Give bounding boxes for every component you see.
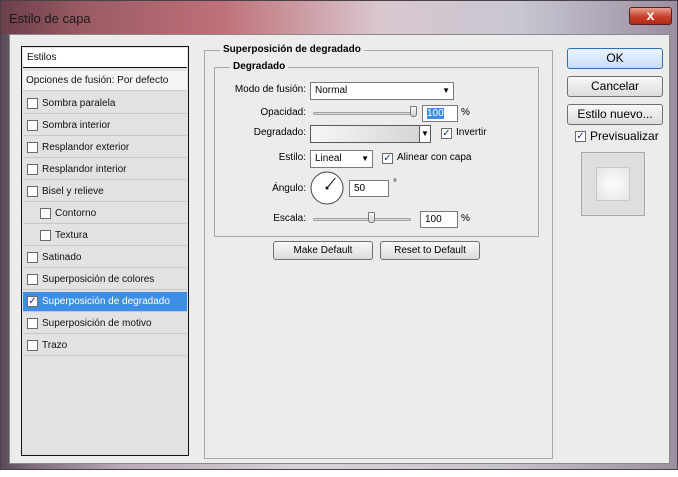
sidebar-item-outer-glow[interactable]: Resplandor exterior [23, 138, 187, 158]
styles-header[interactable]: Estilos [23, 48, 187, 68]
close-button[interactable]: x [629, 7, 672, 25]
sidebar-item-label: Textura [55, 230, 88, 241]
sidebar-item-drop-shadow[interactable]: Sombra paralela [23, 94, 187, 114]
sidebar-item-label: Bisel y relieve [42, 186, 104, 197]
scale-input[interactable]: 100 [420, 211, 458, 228]
inner-glow-checkbox[interactable] [27, 164, 38, 175]
sidebar-item-label: Contorno [55, 208, 97, 219]
invert-checkbox[interactable]: ✓ [441, 128, 452, 139]
preview-checkbox[interactable]: ✓ [575, 131, 586, 142]
new-style-button[interactable]: Estilo nuevo... [567, 104, 663, 125]
styles-list: Estilos Opciones de fusión: Por defecto … [21, 46, 189, 456]
bevel-emboss-checkbox[interactable] [27, 186, 38, 197]
inner-shadow-checkbox[interactable] [27, 120, 38, 131]
sidebar-item-satin[interactable]: Satinado [23, 248, 187, 268]
sidebar-item-stroke[interactable]: Trazo [23, 336, 187, 356]
invert-label: Invertir [456, 127, 487, 138]
sidebar-item-gradient-overlay[interactable]: ✓ Superposición de degradado [23, 292, 187, 312]
blend-mode-value: Normal [315, 85, 348, 96]
layer-style-dialog: Estilo de capa x Estilos Opciones de fus… [0, 0, 678, 470]
scale-value: 100 [425, 214, 442, 225]
scale-slider-track[interactable] [313, 218, 411, 221]
make-default-button[interactable]: Make Default [273, 241, 373, 260]
blend-mode-label: Modo de fusión: [234, 84, 306, 95]
preview-swatch [581, 152, 645, 216]
style-value: Lineal [315, 153, 342, 164]
opacity-percent: % [461, 107, 470, 118]
sidebar-item-label: Satinado [42, 252, 82, 263]
cancel-button[interactable]: Cancelar [567, 76, 663, 97]
blend-mode-select[interactable]: Normal ▼ [310, 82, 454, 100]
texture-checkbox[interactable] [40, 230, 51, 241]
opacity-input[interactable]: 100 [422, 105, 458, 122]
align-with-layer-label: Alinear con capa [397, 152, 472, 163]
color-overlay-checkbox[interactable] [27, 274, 38, 285]
opacity-label: Opacidad: [260, 107, 306, 118]
angle-label: Ángulo: [272, 183, 306, 194]
opacity-slider-track[interactable] [313, 112, 417, 115]
sidebar-item-label: Trazo [42, 340, 68, 351]
sidebar-item-label: Superposición de degradado [42, 296, 170, 307]
dialog-body: Estilos Opciones de fusión: Por defecto … [9, 34, 670, 464]
align-with-layer-checkbox[interactable]: ✓ [382, 153, 393, 164]
scale-percent: % [461, 213, 470, 224]
gradient-label: Degradado: [253, 127, 306, 138]
style-select[interactable]: Lineal ▼ [310, 150, 373, 168]
sidebar-item-label: Resplandor interior [42, 164, 127, 175]
angle-value: 50 [354, 183, 366, 194]
gradient-preview[interactable] [310, 125, 420, 143]
opacity-value: 100 [427, 108, 444, 119]
chevron-down-icon: ▼ [421, 129, 429, 138]
angle-input[interactable]: 50 [349, 180, 389, 197]
gradient-picker-button[interactable]: ▼ [419, 125, 431, 143]
title-bar[interactable]: Estilo de capa x [1, 1, 677, 34]
window-title: Estilo de capa [9, 11, 91, 26]
sidebar-item-label: Superposición de colores [42, 274, 155, 285]
chevron-down-icon: ▼ [442, 86, 450, 95]
sidebar-item-label: Resplandor exterior [42, 142, 130, 153]
preview-thumbnail [596, 167, 630, 201]
degree-symbol: ° [393, 178, 397, 189]
sidebar-item-label: Sombra interior [42, 120, 111, 131]
sidebar-item-label: Sombra paralela [42, 98, 116, 109]
satin-checkbox[interactable] [27, 252, 38, 263]
pattern-overlay-checkbox[interactable] [27, 318, 38, 329]
scale-label: Escala: [273, 213, 306, 224]
sidebar-item-texture[interactable]: Textura [23, 226, 187, 246]
opacity-slider-thumb[interactable] [410, 106, 417, 117]
stroke-checkbox[interactable] [27, 340, 38, 351]
sidebar-item-pattern-overlay[interactable]: Superposición de motivo [23, 314, 187, 334]
blend-options-item[interactable]: Opciones de fusión: Por defecto [23, 71, 187, 91]
angle-dial-center [325, 186, 329, 190]
scale-slider-thumb[interactable] [367, 212, 375, 223]
outer-glow-checkbox[interactable] [27, 142, 38, 153]
drop-shadow-checkbox[interactable] [27, 98, 38, 109]
sidebar-item-contour[interactable]: Contorno [23, 204, 187, 224]
ok-button[interactable]: OK [567, 48, 663, 69]
sidebar-item-label: Superposición de motivo [42, 318, 152, 329]
reset-to-default-button[interactable]: Reset to Default [380, 241, 480, 260]
preview-label: Previsualizar [590, 129, 659, 143]
sidebar-item-inner-glow[interactable]: Resplandor interior [23, 160, 187, 180]
sidebar-item-bevel-emboss[interactable]: Bisel y relieve [23, 182, 187, 202]
chevron-down-icon: ▼ [361, 154, 369, 163]
sidebar-item-color-overlay[interactable]: Superposición de colores [23, 270, 187, 290]
gradient-group-title: Degradado [230, 61, 289, 72]
sidebar-item-inner-shadow[interactable]: Sombra interior [23, 116, 187, 136]
gradient-overlay-checkbox[interactable]: ✓ [27, 296, 38, 307]
angle-dial[interactable] [309, 170, 345, 206]
style-label: Estilo: [278, 152, 306, 163]
contour-checkbox[interactable] [40, 208, 51, 219]
gradient-overlay-title: Superposición de degradado [220, 44, 364, 55]
